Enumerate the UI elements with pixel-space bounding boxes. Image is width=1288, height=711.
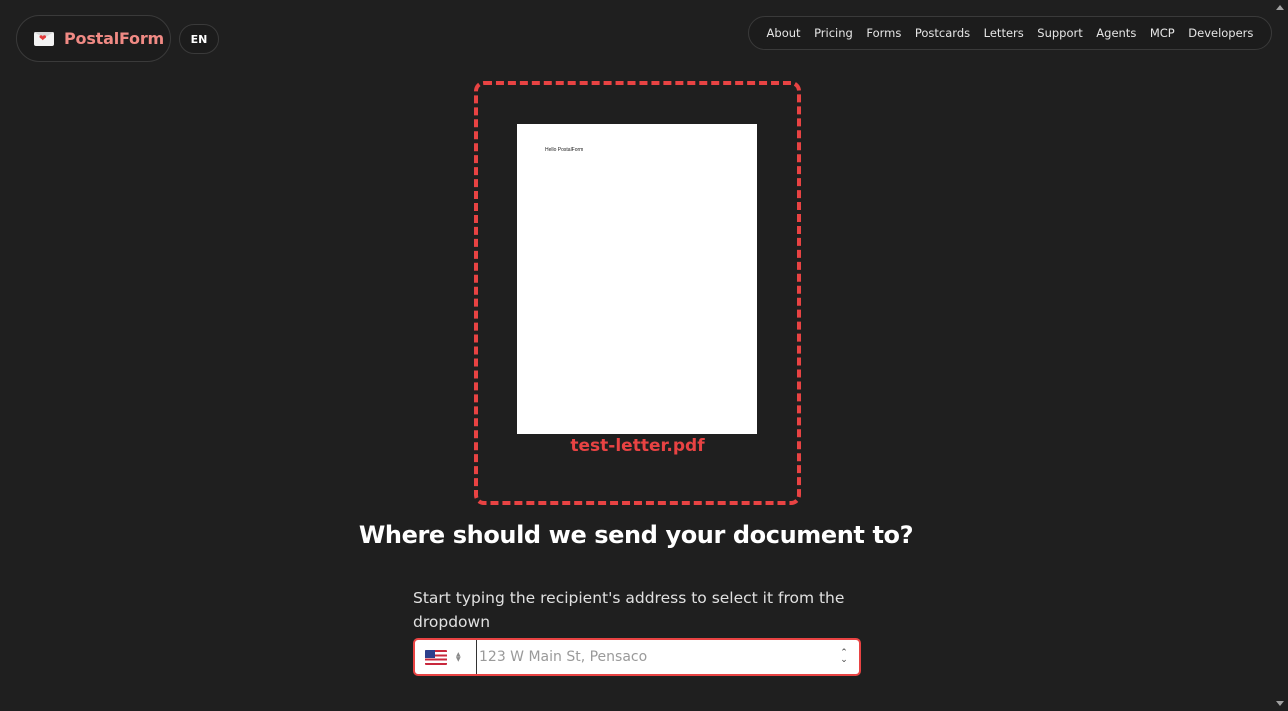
main-nav: About Pricing Forms Postcards Letters Su…	[748, 16, 1272, 50]
envelope-heart-icon: ❤	[34, 31, 54, 46]
brand-name: PostalForm	[64, 29, 165, 48]
nav-developers[interactable]: Developers	[1188, 26, 1253, 40]
nav-mcp[interactable]: MCP	[1150, 26, 1175, 40]
nav-agents[interactable]: Agents	[1096, 26, 1136, 40]
scroll-up-icon[interactable]	[1276, 5, 1284, 10]
nav-about[interactable]: About	[767, 26, 801, 40]
country-select[interactable]: ▲ ▼	[415, 640, 477, 674]
scroll-down-icon[interactable]	[1276, 701, 1284, 706]
document-file-name: test-letter.pdf	[570, 436, 705, 456]
nav-support[interactable]: Support	[1037, 26, 1082, 40]
address-input[interactable]	[477, 640, 829, 674]
nav-postcards[interactable]: Postcards	[915, 26, 970, 40]
page-scrollbar[interactable]	[1272, 0, 1288, 711]
us-flag-icon	[425, 649, 447, 665]
nav-forms[interactable]: Forms	[866, 26, 901, 40]
address-field-group: ▲▼ ⌃⌄	[413, 638, 861, 676]
address-instruction: Start typing the recipient's address to …	[413, 589, 845, 631]
nav-pricing[interactable]: Pricing	[814, 26, 853, 40]
language-selector-button[interactable]: EN	[179, 24, 219, 54]
page-heading: Where should we send your document to?	[358, 521, 914, 549]
document-preview-text: Hello PostalForm	[545, 147, 584, 153]
document-preview: Hello PostalForm	[517, 124, 757, 434]
country-chevron-icon: ▲ ▼	[456, 651, 461, 663]
address-dropdown-icon[interactable]: ⌃ ⌄	[829, 649, 859, 665]
nav-letters[interactable]: Letters	[984, 26, 1024, 40]
brand-logo-link[interactable]: ❤ PostalForm	[16, 15, 171, 62]
